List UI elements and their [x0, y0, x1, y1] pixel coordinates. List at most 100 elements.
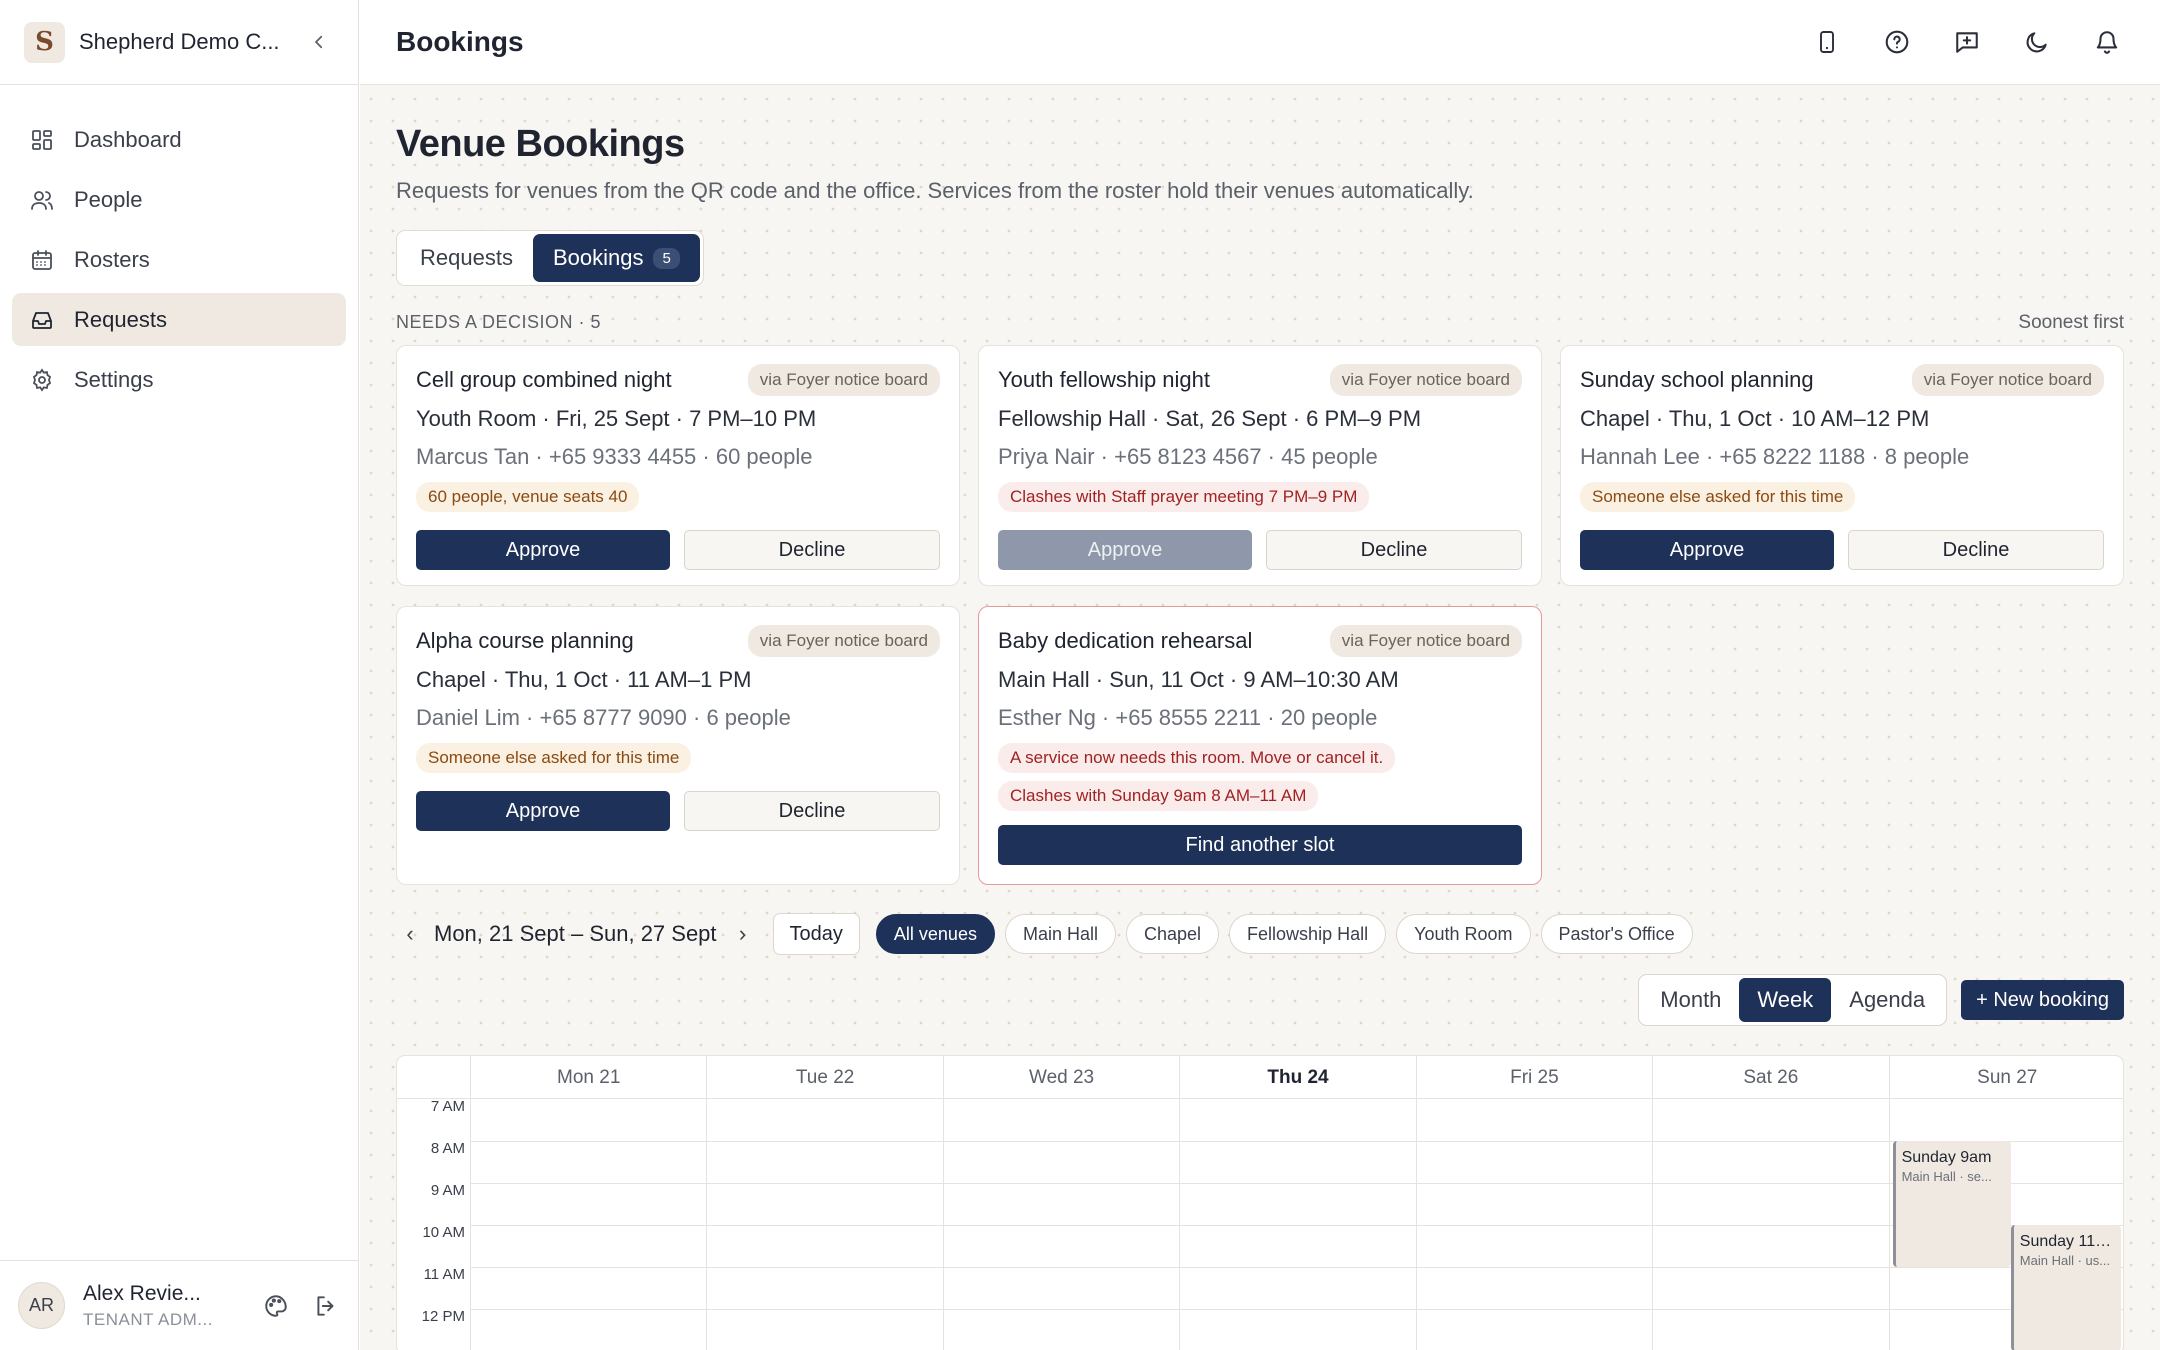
view-controls: Month Week Agenda + New booking [1638, 974, 2124, 1026]
warning-badge: Someone else asked for this time [1580, 482, 1856, 512]
section-label: NEEDS A DECISION · 5 [396, 312, 602, 332]
venue-filter-youth-room[interactable]: Youth Room [1396, 914, 1531, 954]
venue-filter-main-hall[interactable]: Main Hall [1004, 914, 1116, 954]
decline-button[interactable]: Decline [1266, 530, 1522, 570]
moon-icon[interactable] [2020, 25, 2054, 59]
sidebar-item-label: Settings [74, 366, 154, 392]
find-another-slot-button[interactable]: Find another slot [998, 825, 1522, 865]
venue-filter-all[interactable]: All venues [875, 914, 995, 954]
tab-count-badge: 5 [653, 247, 680, 269]
day-header[interactable]: Mon 21 [470, 1056, 706, 1099]
chevron-left-icon[interactable] [304, 27, 334, 57]
next-week-button[interactable]: › [729, 921, 757, 947]
logout-icon[interactable] [311, 1291, 341, 1321]
event-subtitle: Main Hall · se... [1901, 1169, 1992, 1184]
avatar[interactable]: AR [18, 1282, 65, 1329]
user-name: Alex Revie... [83, 1281, 201, 1305]
decline-button[interactable]: Decline [684, 791, 940, 831]
gear-icon [32, 367, 52, 392]
calendar-event[interactable]: Sunday 9am Main Hall · se... [1892, 1141, 2011, 1267]
org-name[interactable]: Shepherd Demo C... [79, 29, 304, 55]
hour-line [470, 1141, 2123, 1142]
sort-toggle[interactable]: Soonest first [2018, 312, 2124, 334]
sidebar-item-rosters[interactable]: Rosters [12, 233, 346, 286]
decline-button[interactable]: Decline [684, 530, 940, 570]
approve-button[interactable]: Approve [1580, 530, 1834, 570]
view-toggle: Month Week Agenda [1638, 974, 1948, 1026]
source-badge: via Foyer notice board [1329, 625, 1522, 657]
dashboard-icon [32, 129, 52, 150]
user-meta: Alex Revie... TENANT ADM... [83, 1282, 241, 1330]
day-header[interactable]: Fri 25 [1415, 1056, 1652, 1099]
hour-label: 11 AM [423, 1266, 465, 1283]
feedback-icon[interactable] [1950, 25, 1984, 59]
venue-filter-fellowship-hall[interactable]: Fellowship Hall [1229, 914, 1387, 954]
card-contact: Priya Nair · +65 8123 4567 · 45 people [998, 444, 1378, 469]
org-logo[interactable]: S [24, 21, 65, 63]
main-area: Bookings Venue Bookings Requests for ven… [360, 0, 2160, 1350]
request-card: Alpha course planning via Foyer notice b… [396, 606, 960, 885]
tab-bookings[interactable]: Bookings 5 [532, 234, 700, 282]
card-venue-time: Youth Room · Fri, 25 Sept · 7 PM–10 PM [416, 406, 817, 431]
sidebar: S Shepherd Demo C... Dashboard People Ro… [0, 0, 359, 1350]
tab-label: Bookings [552, 245, 644, 270]
day-header[interactable]: Tue 22 [706, 1056, 942, 1099]
hour-line [470, 1225, 2123, 1226]
people-icon [31, 190, 53, 210]
help-icon[interactable] [1880, 25, 1914, 59]
venue-filter-chapel[interactable]: Chapel [1126, 914, 1220, 954]
view-month[interactable]: Month [1642, 978, 1739, 1022]
new-booking-button[interactable]: + New booking [1961, 980, 2124, 1020]
card-venue-time: Chapel · Thu, 1 Oct · 10 AM–12 PM [1580, 406, 1930, 431]
calendar-icon [32, 249, 52, 270]
view-week[interactable]: Week [1739, 978, 1832, 1022]
card-title: Alpha course planning [416, 628, 634, 653]
sidebar-item-requests[interactable]: Requests [12, 293, 346, 346]
card-contact: Esther Ng · +65 8555 2211 · 20 people [998, 705, 1378, 730]
approve-button[interactable]: Approve [416, 530, 670, 570]
hour-label: 10 AM [422, 1224, 465, 1241]
hour-line [470, 1267, 2123, 1268]
day-header[interactable]: Thu 24 [1179, 1056, 1415, 1099]
view-agenda[interactable]: Agenda [1831, 978, 1943, 1022]
decline-button[interactable]: Decline [1848, 530, 2104, 570]
card-contact: Daniel Lim · +65 8777 9090 · 6 people [416, 705, 791, 730]
sidebar-item-label: Dashboard [74, 126, 182, 152]
week-navigation: ‹ Mon, 21 Sept – Sun, 27 Sept › Today Al… [396, 913, 1693, 955]
tab-bar: Requests Bookings 5 [396, 230, 704, 286]
event-subtitle: Main Hall · us... [2019, 1253, 2111, 1268]
day-header[interactable]: Sat 26 [1652, 1056, 1888, 1099]
warning-badge: Clashes with Staff prayer meeting 7 PM–9… [998, 482, 1370, 512]
tab-requests[interactable]: Requests [400, 234, 533, 282]
source-badge: via Foyer notice board [747, 625, 940, 657]
venue-filter-pastors-office[interactable]: Pastor's Office [1540, 914, 1693, 954]
sidebar-item-dashboard[interactable]: Dashboard [12, 113, 346, 166]
warning-badge: Clashes with Sunday 9am 8 AM–11 AM [998, 781, 1319, 811]
user-footer: AR Alex Revie... TENANT ADM... [0, 1260, 359, 1350]
sidebar-item-label: People [74, 186, 143, 212]
card-title: Sunday school planning [1580, 367, 1814, 392]
day-header[interactable]: Sun 27 [1888, 1056, 2123, 1099]
sidebar-header: S Shepherd Demo C... [0, 0, 358, 85]
sidebar-item-settings[interactable]: Settings [12, 353, 346, 406]
phone-icon[interactable] [1810, 25, 1844, 59]
card-contact: Marcus Tan · +65 9333 4455 · 60 people [416, 444, 813, 469]
palette-icon[interactable] [261, 1291, 291, 1321]
hour-label: 12 PM [421, 1308, 465, 1325]
calendar-event[interactable]: Sunday 11a... Main Hall · us... [2010, 1225, 2121, 1350]
topbar: Bookings [360, 0, 2160, 85]
prev-week-button[interactable]: ‹ [396, 921, 424, 947]
card-venue-time: Fellowship Hall · Sat, 26 Sept · 6 PM–9 … [998, 406, 1422, 431]
day-header[interactable]: Wed 23 [942, 1056, 1179, 1099]
content: Venue Bookings Requests for venues from … [360, 123, 2160, 334]
page-title: Venue Bookings [396, 123, 685, 165]
source-badge: via Foyer notice board [1329, 364, 1522, 396]
approve-button[interactable]: Approve [416, 791, 670, 831]
hour-line [470, 1183, 2123, 1184]
today-button[interactable]: Today [772, 913, 860, 955]
page-header-title: Bookings [396, 26, 524, 57]
bell-icon[interactable] [2090, 25, 2124, 59]
page-subtitle: Requests for venues from the QR code and… [396, 178, 1474, 203]
week-range: Mon, 21 Sept – Sun, 27 Sept [434, 921, 717, 946]
sidebar-item-people[interactable]: People [12, 173, 346, 226]
